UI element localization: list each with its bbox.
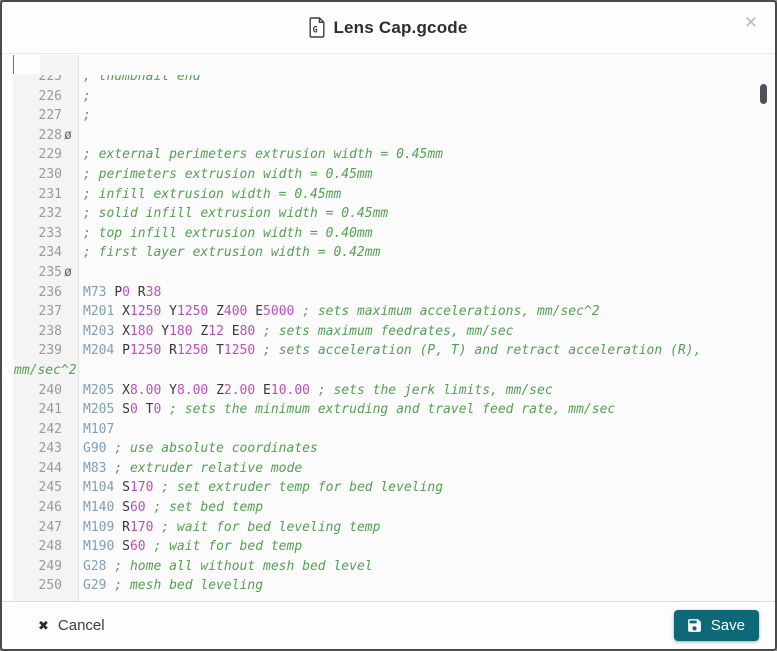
line-number: 235 [38,264,62,280]
line-code: G29 ; mesh bed leveling [83,578,264,594]
line-number: 226 [38,88,62,104]
vertical-scrollbar-thumb[interactable] [760,84,767,104]
line-code: M140 S60 ; set bed temp [83,500,264,516]
close-icon[interactable]: ✕ [741,13,761,33]
code-line[interactable]: 240 M205 X8.00 Y8.00 Z2.00 E10.00 ; sets … [2,381,775,401]
modal-title-group: G Lens Cap.gcode [309,17,467,38]
line-number: 232 [38,206,62,222]
modal-title: Lens Cap.gcode [333,17,468,37]
code-line[interactable]: 230 ; perimeters extrusion width = 0.45mm [2,165,775,185]
line-number: 240 [38,382,62,398]
code-line[interactable]: 237 M201 X1250 Y1250 Z400 E5000 ; sets ma… [2,302,775,322]
code-line[interactable]: 239 M204 P1250 R1250 T1250 ; sets acceler… [2,341,775,361]
line-number: 241 [38,402,62,418]
line-number: 245 [38,480,62,496]
gcode-editor[interactable]: 225; thumbnail end 226; 227; 228 ø 229; exter… [2,55,775,601]
code-line[interactable]: 227; [2,106,775,126]
line-number: 230 [38,166,62,182]
code-line[interactable]: 245 M104 S170 ; set extruder temp for bed… [2,478,775,498]
line-number: 239 [38,343,62,359]
cancel-button[interactable]: ✖ Cancel [32,613,111,638]
line-number: 249 [38,558,62,574]
line-code: M205 S0 T0 ; sets the minimum extruding … [83,402,616,418]
line-number: 233 [38,225,62,241]
line-number: 227 [38,108,62,124]
code-lines: 225; thumbnail end 226; 227; 228 ø 229; exter… [2,67,775,596]
line-number: 229 [38,147,62,163]
line-code: M73 P0 R38 [83,284,162,300]
code-line[interactable]: 244 M83 ; extruder relative mode [2,459,775,479]
line-code: M203 X180 Y180 Z12 E80 ; sets maximum fe… [83,323,514,339]
line-number: 250 [38,578,62,594]
line-code: M190 S60 ; wait for bed temp [83,539,303,555]
line-number: 231 [38,186,62,202]
line-code: mm/sec^2 [14,362,77,378]
line-number: 236 [38,284,62,300]
code-line[interactable]: 231 ; infill extrusion width = 0.45mm [2,185,775,205]
line-code: ; [83,88,91,104]
cancel-x-icon: ✖ [38,617,49,633]
line-code: ; infill extrusion width = 0.45mm [83,186,342,202]
code-line[interactable]: 250 G29 ; mesh bed leveling [2,576,775,596]
code-line[interactable]: 236 M73 P0 R38 [2,283,775,303]
line-code: M104 S170 ; set extruder temp for bed le… [83,480,444,496]
modal-footer: ✖ Cancel Save [2,601,775,649]
code-line[interactable]: mm/sec^2 [2,361,775,381]
line-number: 247 [38,519,62,535]
line-code: ; perimeters extrusion width = 0.45mm [83,166,373,182]
line-number: 248 [38,539,62,555]
line-code: ; solid infill extrusion width = 0.45mm [83,206,389,222]
line-code: M83 ; extruder relative mode [83,460,303,476]
line-number: 244 [38,460,62,476]
line-code: M107 [83,421,115,437]
gcode-file-icon: G [309,17,326,38]
line-code: M109 R170 ; wait for bed leveling temp [83,519,381,535]
code-line[interactable]: 242 M107 [2,420,775,440]
code-line[interactable]: 234 ; first layer extrusion width = 0.42m… [2,243,775,263]
line-code: ; [83,108,91,124]
code-line[interactable]: 246 M140 S60 ; set bed temp [2,498,775,518]
line-code: G90 ; use absolute coordinates [83,441,318,457]
line-number: 234 [38,245,62,261]
code-line[interactable]: 243 G90 ; use absolute coordinates [2,439,775,459]
code-line[interactable]: 238 M203 X180 Y180 Z12 E80 ; sets maximum… [2,322,775,342]
line-number: 238 [38,323,62,339]
line-code: M205 X8.00 Y8.00 Z2.00 E10.00 ; sets the… [83,382,553,398]
cancel-button-label: Cancel [57,617,105,634]
line-number: 242 [38,421,62,437]
special-char-marker: ø [64,127,72,143]
save-button[interactable]: Save [673,610,759,641]
line-number: 237 [38,304,62,320]
line-number: 246 [38,500,62,516]
line-code: ; first layer extrusion width = 0.42mm [83,245,381,261]
line-code: M204 P1250 R1250 T1250 ; sets accelerati… [83,343,702,359]
special-char-marker: ø [64,264,72,280]
code-line[interactable]: 241 M205 S0 T0 ; sets the minimum extrudi… [2,400,775,420]
line-number: 228 [38,127,62,143]
line-number: 243 [38,441,62,457]
line-code: M201 X1250 Y1250 Z400 E5000 ; sets maxim… [83,304,600,320]
code-line[interactable]: 232 ; solid infill extrusion width = 0.45… [2,204,775,224]
save-button-label: Save [710,617,745,634]
line-number: 225 [38,69,62,84]
line-code: ; top infill extrusion width = 0.40mm [83,225,373,241]
code-line[interactable]: 248 M190 S60 ; wait for bed temp [2,537,775,557]
code-line[interactable]: 235 ø [2,263,775,283]
code-line[interactable]: 225 ; thumbnail end [2,69,775,87]
code-line[interactable]: 226; [2,87,775,107]
line-code: ; external perimeters extrusion width = … [83,147,444,163]
line-code: ; thumbnail end [83,69,201,84]
svg-text:G: G [313,26,318,36]
code-line[interactable]: 233 ; top infill extrusion width = 0.40mm [2,224,775,244]
code-line[interactable]: 247 M109 R170 ; wait for bed leveling tem… [2,518,775,538]
modal-header: G Lens Cap.gcode ✕ [2,2,775,54]
gcode-editor-modal: G Lens Cap.gcode ✕ 225 ; thumbnail end 226… [0,0,777,651]
code-line[interactable]: 249 G28 ; home all without mesh bed level [2,557,775,577]
code-line[interactable]: 229 ; external perimeters extrusion width… [2,145,775,165]
code-line[interactable]: 228 ø [2,126,775,146]
save-floppy-icon [686,617,703,634]
line-code: G28 ; home all without mesh bed level [83,558,373,574]
